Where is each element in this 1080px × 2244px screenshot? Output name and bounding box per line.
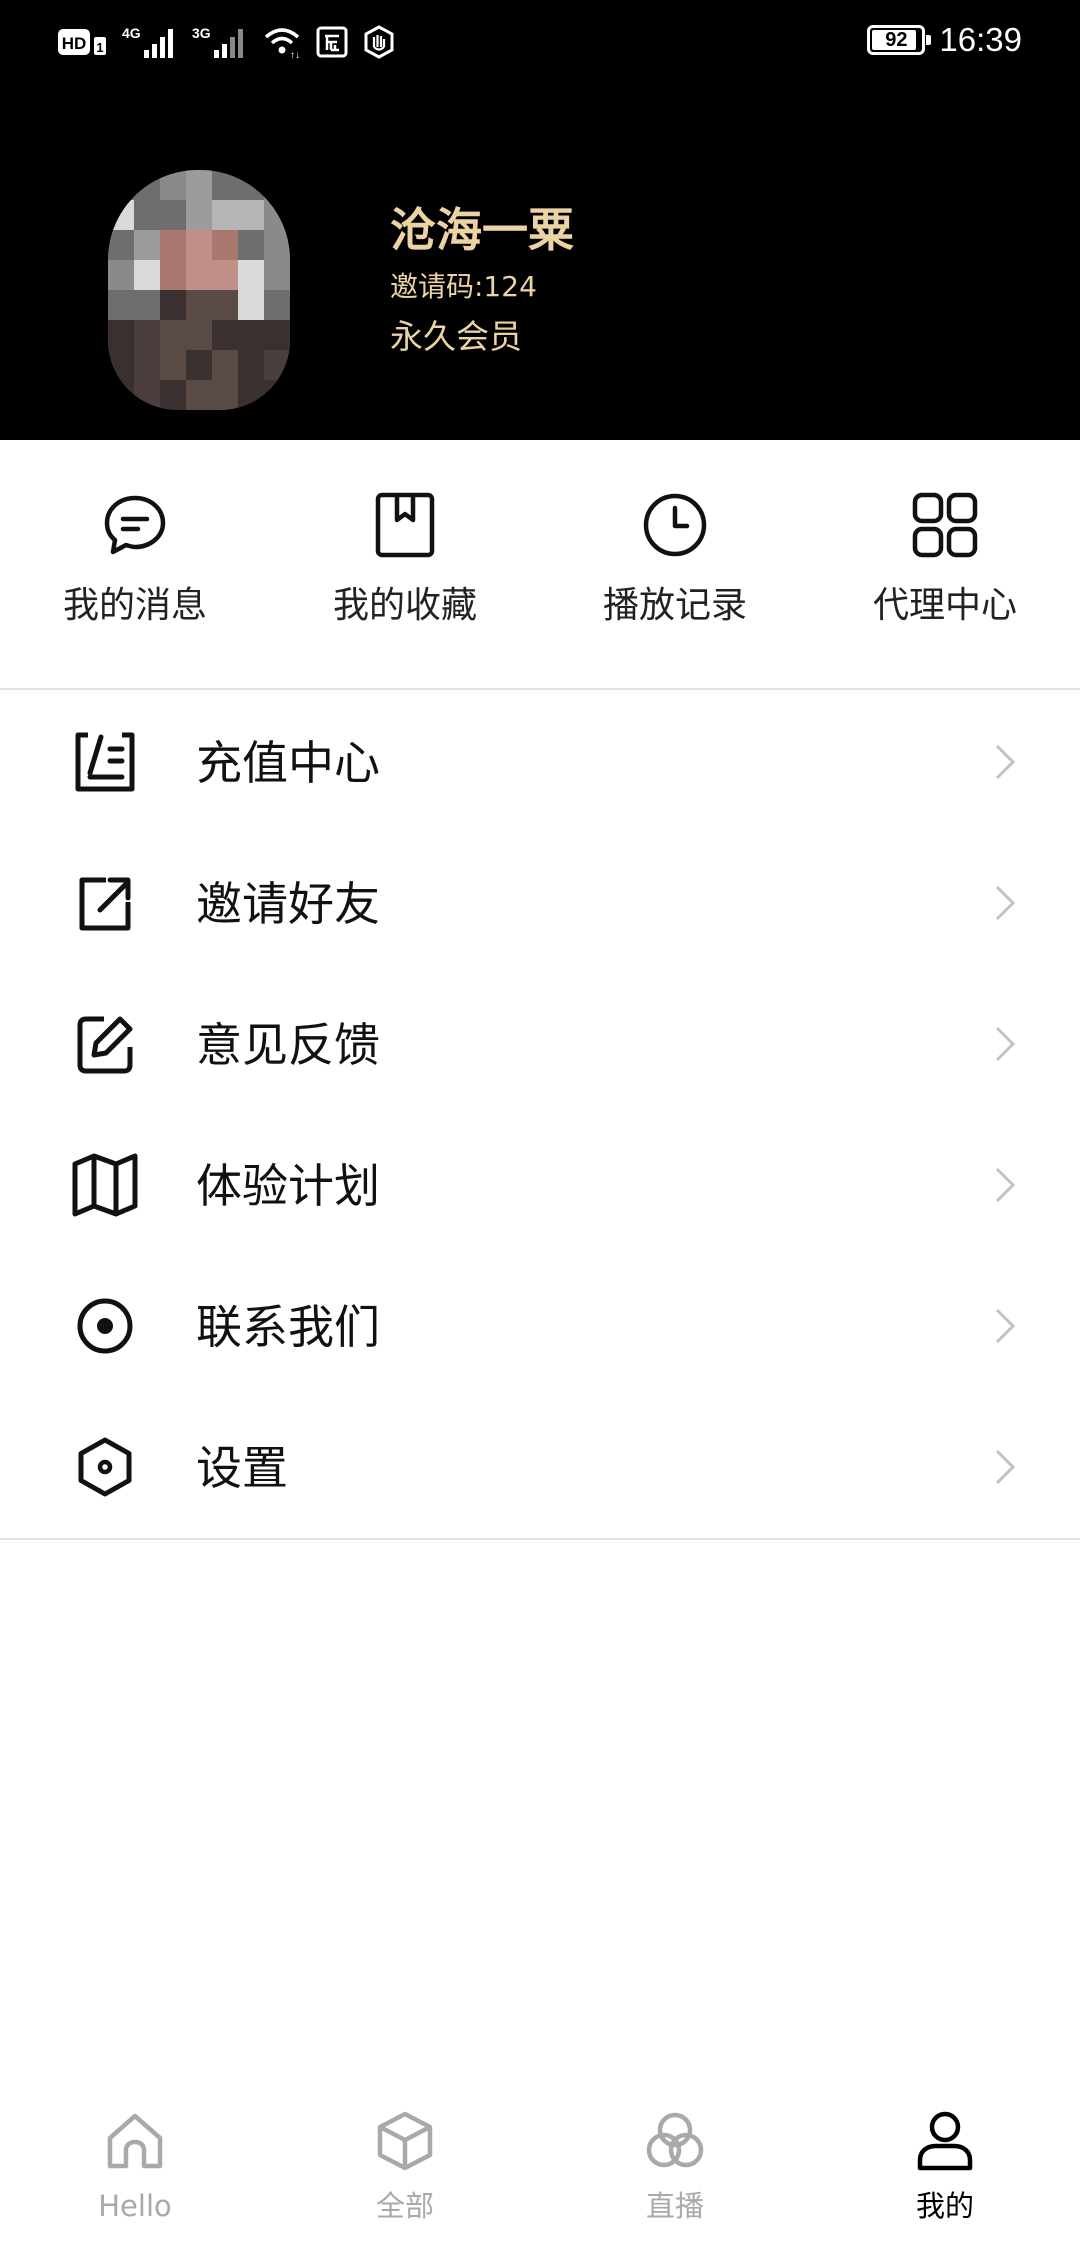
quick-actions: 我的消息 我的收藏 播放记录 代理中心: [0, 440, 1080, 690]
profile-screen: HD 1 4G 3G ↑↓ 92 16:39 沧海一粟 邀请码:124 永久会员…: [0, 0, 1080, 2244]
menu-item-label: 充值中心: [196, 735, 380, 790]
hd-icon: HD 1: [58, 29, 106, 55]
chevron-right-icon: [995, 1167, 1016, 1203]
quick-action-favorites[interactable]: 我的收藏: [270, 440, 540, 688]
tab-mine[interactable]: 我的: [810, 2090, 1080, 2244]
tab-label: Hello: [98, 2189, 172, 2223]
svg-text:1: 1: [96, 40, 103, 55]
status-icons-left: HD 1 4G 3G ↑↓: [58, 22, 396, 62]
clock-icon: [643, 493, 707, 557]
store-icon: [316, 26, 348, 58]
menu-item-label: 邀请好友: [196, 876, 380, 931]
menu-item-feedback[interactable]: 意见反馈: [0, 974, 1080, 1115]
quick-action-history[interactable]: 播放记录: [540, 440, 810, 688]
bookmark-icon: [375, 492, 435, 558]
avatar-pixel: [264, 260, 290, 290]
invite-code: 邀请码:124: [390, 270, 537, 303]
profile-header: HD 1 4G 3G ↑↓ 92 16:39 沧海一粟 邀请码:124 永久会员: [0, 0, 1080, 440]
svg-text:HD: HD: [62, 34, 87, 53]
profile-info: 沧海一粟 邀请码:124 永久会员: [390, 198, 574, 362]
chevron-right-icon: [995, 1308, 1016, 1344]
menu-item-label: 设置: [196, 1440, 288, 1495]
cube-icon: [377, 2111, 433, 2171]
recharge-icon: [75, 732, 135, 792]
chevron-right-icon: [995, 1449, 1016, 1485]
avatar-pixel: [264, 290, 290, 320]
quick-action-label: 代理中心: [872, 585, 1017, 626]
signal-3g-icon: 3G: [192, 25, 243, 58]
menu-item-label: 联系我们: [196, 1299, 380, 1354]
tab-all[interactable]: 全部: [270, 2090, 540, 2244]
hand-icon: [364, 25, 394, 59]
tab-hello[interactable]: Hello: [0, 2090, 270, 2244]
tab-label: 我的: [915, 2189, 974, 2223]
quick-action-label: 我的消息: [62, 585, 207, 626]
menu-item-recharge[interactable]: 充值中心: [0, 692, 1080, 833]
quick-action-agent-center[interactable]: 代理中心: [810, 440, 1080, 688]
signal-4g-icon: 4G: [122, 25, 173, 58]
circles-icon: [646, 2112, 704, 2168]
chevron-right-icon: [995, 1026, 1016, 1062]
chevron-right-icon: [995, 744, 1016, 780]
status-time: 16:39: [939, 21, 1022, 58]
avatar-pixel: [264, 320, 290, 350]
tab-live[interactable]: 直播: [540, 2090, 810, 2244]
home-icon: [107, 2113, 163, 2169]
grid-icon: [912, 492, 978, 558]
battery-icon: 92: [867, 25, 932, 55]
tab-label: 全部: [375, 2189, 434, 2223]
avatar-pixel: [264, 170, 290, 200]
bottom-tab-bar: Hello 全部 直播 我的: [0, 2090, 1080, 2244]
map-icon: [72, 1153, 138, 1217]
quick-action-label: 我的收藏: [332, 585, 477, 626]
signal-3g-label: 3G: [192, 25, 211, 41]
radio-icon: [77, 1298, 133, 1354]
edit-icon: [77, 1016, 133, 1074]
menu-item-settings[interactable]: 设置: [0, 1397, 1080, 1538]
signal-4g-label: 4G: [122, 25, 141, 41]
avatar-pixel: [264, 380, 290, 410]
menu-item-label: 体验计划: [196, 1158, 380, 1213]
settings-icon: [78, 1437, 132, 1497]
quick-action-label: 播放记录: [602, 585, 747, 626]
chevron-right-icon: [995, 885, 1016, 921]
menu-item-contact[interactable]: 联系我们: [0, 1256, 1080, 1397]
member-level: 永久会员: [390, 317, 522, 356]
quick-action-messages[interactable]: 我的消息: [0, 440, 270, 688]
status-bar: HD 1 4G 3G ↑↓ 92 16:39: [0, 0, 1080, 80]
battery-level: 92: [885, 28, 908, 51]
username[interactable]: 沧海一粟: [390, 198, 574, 262]
svg-text:↑↓: ↑↓: [290, 50, 300, 59]
share-icon: [79, 877, 131, 931]
avatar-pixel: [264, 200, 290, 230]
wifi-icon: ↑↓: [264, 28, 300, 59]
menu-item-label: 意见反馈: [196, 1017, 380, 1072]
message-icon: [104, 495, 166, 555]
avatar-pixel: [264, 350, 290, 380]
menu-item-experience-plan[interactable]: 体验计划: [0, 1115, 1080, 1256]
tab-label: 直播: [645, 2189, 704, 2223]
user-icon: [917, 2111, 973, 2171]
status-icons-right: 92 16:39: [867, 18, 1022, 62]
avatar[interactable]: [108, 170, 290, 410]
avatar-pixel: [264, 230, 290, 260]
menu-list: 充值中心 邀请好友 意见反馈 体验计划 联系我们 设置: [0, 692, 1080, 1540]
menu-item-invite[interactable]: 邀请好友: [0, 833, 1080, 974]
